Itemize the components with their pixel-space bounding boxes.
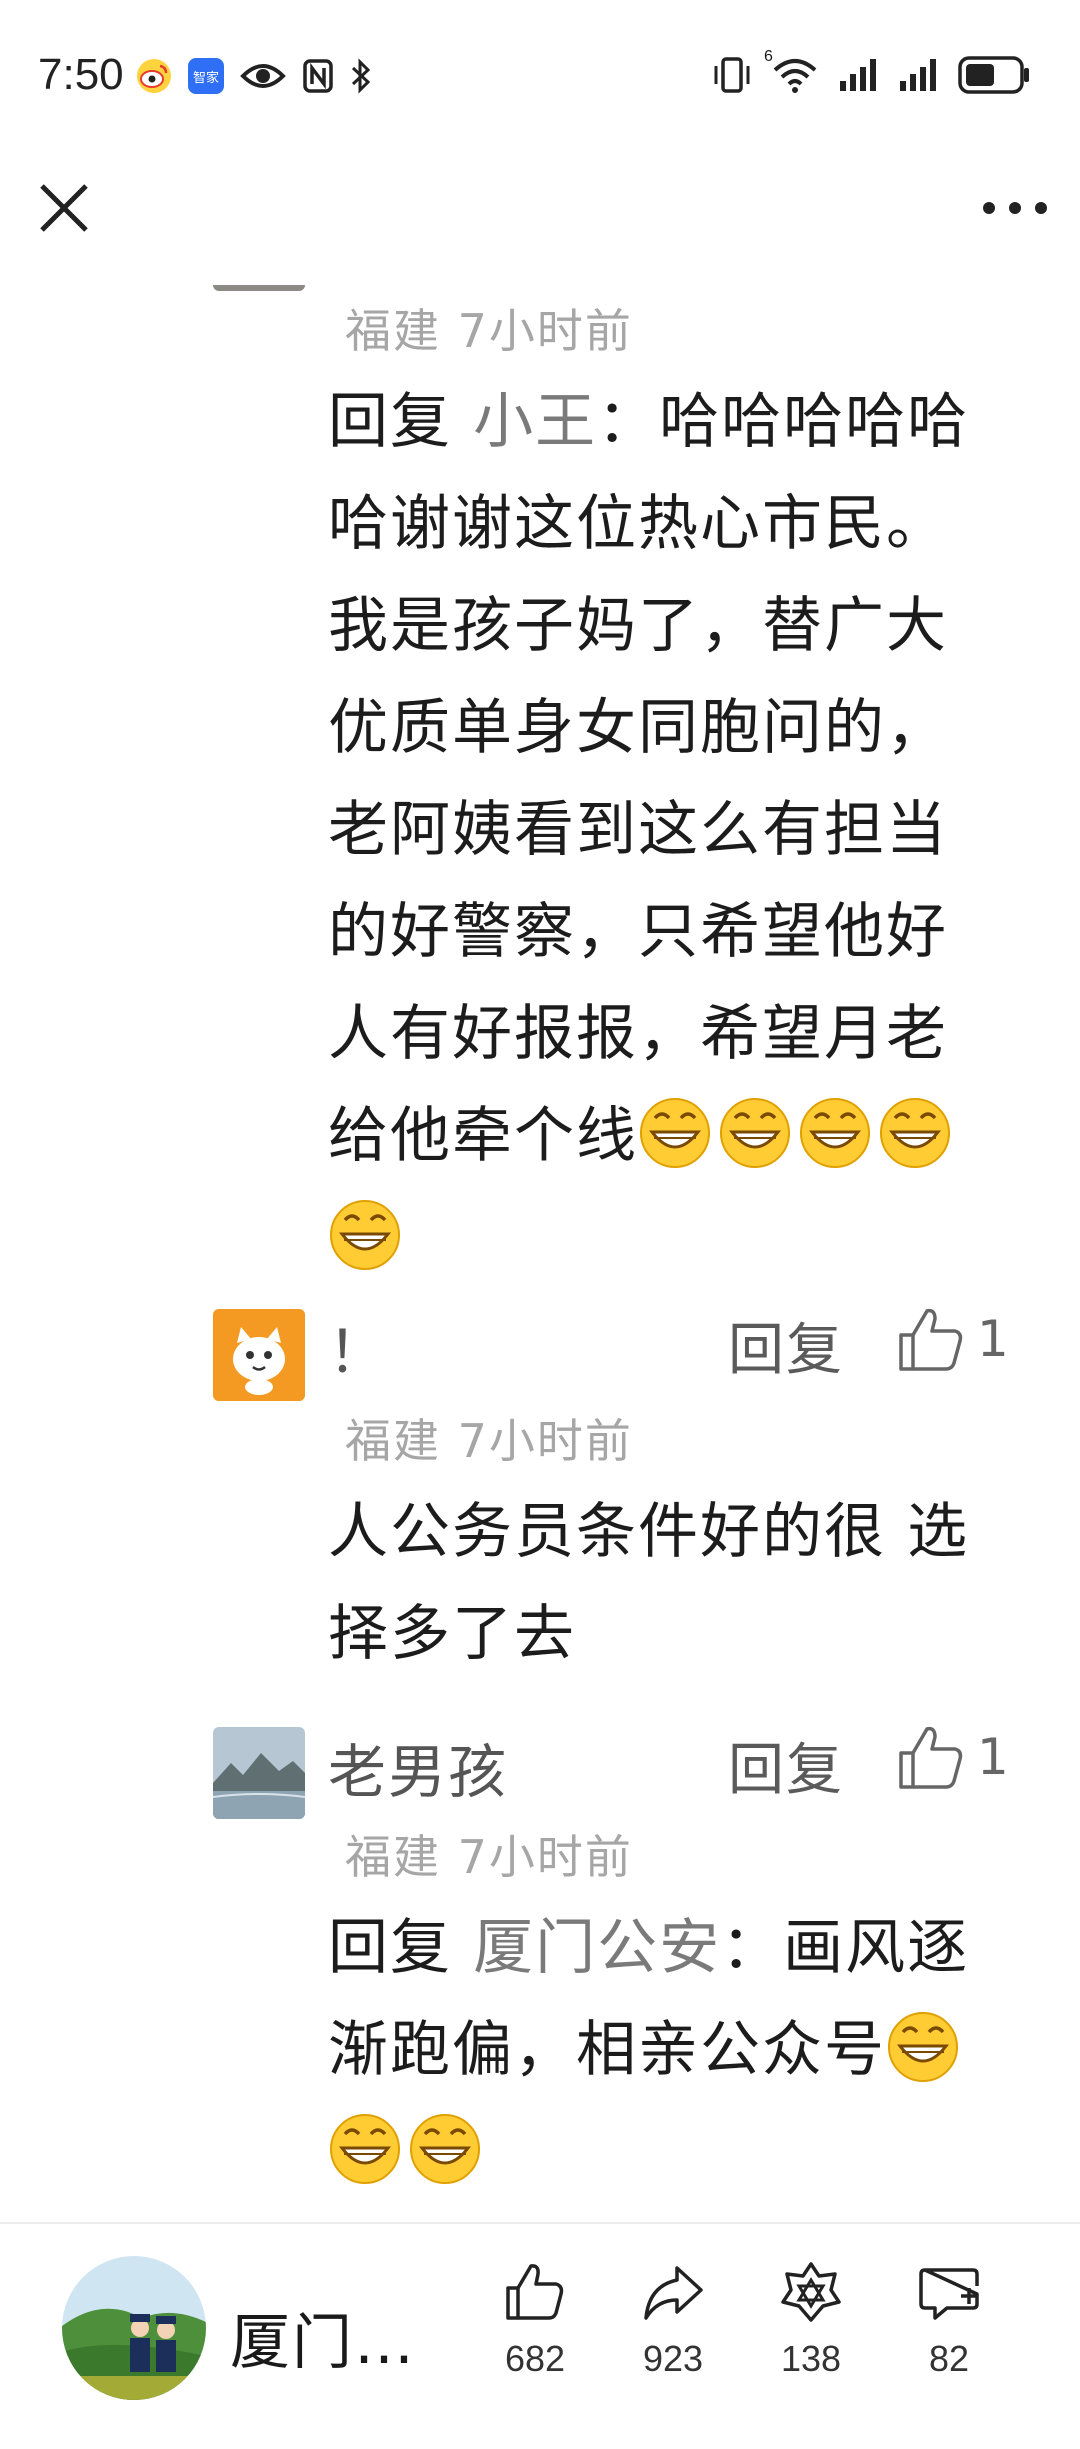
bottom-bar: 厦门… 682 923 138 82 xyxy=(0,2224,1080,2449)
signal-icon xyxy=(840,59,876,91)
comment-add-icon xyxy=(919,2268,979,2320)
share-action[interactable]: 923 xyxy=(618,2260,728,2380)
weibo-icon xyxy=(137,59,171,93)
like-action[interactable]: 682 xyxy=(480,2260,590,2380)
comment-meta: 福建 7小时前 xyxy=(345,1830,633,1884)
battery-icon xyxy=(958,56,1029,94)
comment-username[interactable]: ！ xyxy=(328,1305,388,1389)
share-icon xyxy=(644,2266,703,2320)
grin-emoji-icon xyxy=(800,1098,870,1168)
more-icon[interactable] xyxy=(980,188,1050,228)
vibrate-icon xyxy=(714,57,750,93)
reply-button[interactable]: 回复 xyxy=(728,1725,844,1806)
eye-icon xyxy=(240,64,286,88)
reply-button[interactable]: 回复 xyxy=(728,1305,844,1386)
avatar[interactable] xyxy=(213,285,305,291)
wifi-badge: 6 xyxy=(764,48,773,65)
grin-emoji-icon xyxy=(330,2114,400,2184)
status-right-icons: 6 xyxy=(712,48,1032,94)
zhijia-app-icon: 智家 xyxy=(188,58,224,94)
recommend-count: 138 xyxy=(780,2338,842,2379)
landscape-avatar-icon xyxy=(213,1727,305,1819)
reply-mention[interactable]: 厦门公安 xyxy=(473,1913,721,1983)
avatar[interactable] xyxy=(213,1309,305,1401)
account-avatar[interactable] xyxy=(62,2256,206,2400)
thumbs-up-icon xyxy=(506,2264,564,2320)
top-bar xyxy=(0,160,1080,285)
comment-text: 回复 小王：哈哈哈哈哈哈谢谢这位热心市民。我是孩子妈了，替广大优质单身女同胞问的… xyxy=(328,371,1008,1289)
recommend-icon xyxy=(781,2262,841,2322)
recommend-action[interactable]: 138 xyxy=(756,2260,866,2380)
reply-prefix: 回复 xyxy=(328,387,474,457)
reply-prefix: 回复 xyxy=(328,1913,474,1983)
account-name[interactable]: 厦门… xyxy=(230,2294,416,2381)
like-count: 1 xyxy=(977,1728,1009,1786)
thumbs-up-icon xyxy=(899,1308,963,1371)
share-count: 923 xyxy=(642,2338,704,2379)
cat-avatar-icon xyxy=(213,1309,305,1401)
grin-emoji-icon xyxy=(410,2114,480,2184)
comment-body: 哈哈哈哈哈哈谢谢这位热心市民。我是孩子妈了，替广大优质单身女同胞问的，老阿姨看到… xyxy=(328,387,970,1171)
grin-emoji-icon xyxy=(888,2012,958,2082)
comment-meta: 福建 7小时前 xyxy=(345,1414,633,1468)
grin-emoji-icon xyxy=(880,1098,950,1168)
comment-text: 回复 厦门公安：画风逐渐跑偏，相亲公众号 xyxy=(328,1897,1008,2203)
status-time: 7:50 xyxy=(38,50,124,99)
thumbs-up-icon xyxy=(899,1726,963,1789)
avatar[interactable] xyxy=(213,1727,305,1819)
like-count: 682 xyxy=(504,2338,566,2379)
like-button[interactable]: 1 xyxy=(895,1721,1009,1793)
like-count: 1 xyxy=(977,1310,1009,1368)
comments-list[interactable]: 福建 7小时前 回复 小王：哈哈哈哈哈哈谢谢这位热心市民。我是孩子妈了，替广大优… xyxy=(0,285,1080,2225)
comment-meta: 福建 7小时前 xyxy=(345,304,633,358)
grin-emoji-icon xyxy=(640,1098,710,1168)
reply-colon: ： xyxy=(597,387,660,457)
signal-icon xyxy=(900,59,936,91)
comment-username[interactable]: 老男孩 xyxy=(328,1725,508,1809)
status-left-icons: 智家 xyxy=(136,58,372,94)
comment-action[interactable]: 82 xyxy=(894,2260,1004,2380)
zhijia-label: 智家 xyxy=(192,70,219,86)
grin-emoji-icon xyxy=(330,1200,400,1270)
reply-colon: ： xyxy=(721,1913,784,1983)
close-icon[interactable] xyxy=(36,180,92,236)
like-button[interactable]: 1 xyxy=(895,1303,1009,1375)
grin-emoji-icon xyxy=(720,1098,790,1168)
police-avatar-icon xyxy=(62,2256,206,2400)
comment-count: 82 xyxy=(928,2338,970,2379)
bluetooth-icon xyxy=(351,58,371,94)
comment-text: 人公务员条件好的很 选择多了去 xyxy=(328,1497,970,1669)
wifi-6-icon: 6 xyxy=(764,48,818,94)
reply-mention[interactable]: 小王 xyxy=(473,387,597,457)
status-bar: 7:50 智家 6 xyxy=(0,0,1080,160)
nfc-icon xyxy=(303,59,333,93)
